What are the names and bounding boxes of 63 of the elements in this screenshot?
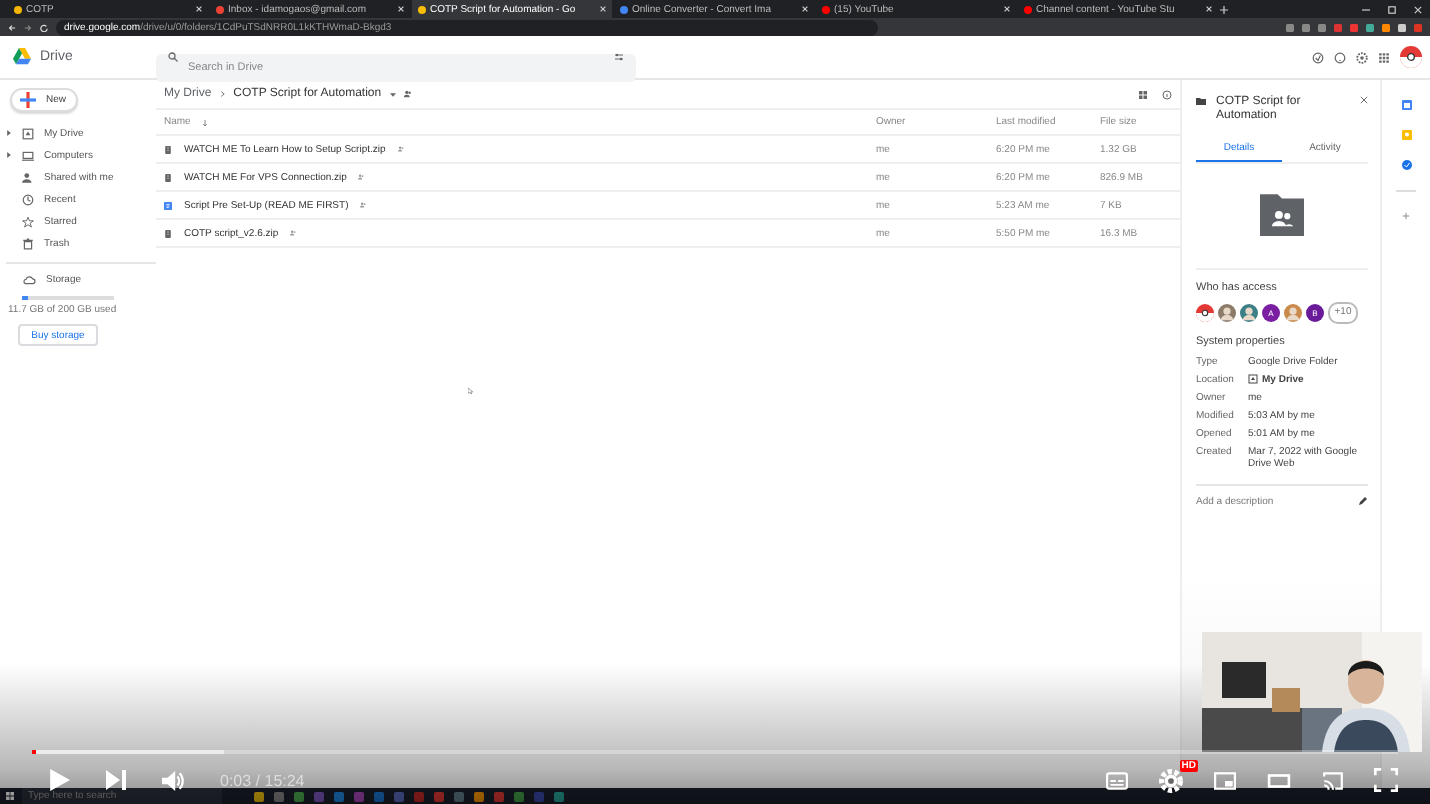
filter-icon[interactable] (614, 52, 624, 62)
dropdown-icon[interactable] (389, 91, 396, 97)
avatar-icon[interactable] (1400, 46, 1422, 68)
video-time: 0:03 / 15:24 (220, 771, 305, 789)
apps-grid-icon[interactable] (1378, 51, 1390, 63)
theater-mode-icon[interactable] (1266, 769, 1292, 791)
calendar-icon[interactable] (1401, 100, 1411, 110)
back-icon[interactable] (8, 23, 16, 31)
expand-icon[interactable] (6, 152, 12, 158)
volume-icon[interactable] (162, 769, 184, 791)
pencil-icon[interactable] (1358, 496, 1368, 507)
shared-folder-icon (1254, 191, 1310, 236)
shared-icon (290, 230, 297, 236)
site-icon (620, 5, 628, 13)
windows-icon[interactable] (6, 792, 14, 800)
avatar-icon[interactable] (1240, 303, 1258, 322)
tasks-icon[interactable] (1401, 160, 1411, 170)
next-icon[interactable] (106, 770, 126, 790)
shared-icon (403, 90, 412, 98)
zip-file-icon (164, 173, 172, 181)
fullscreen-icon[interactable] (1374, 768, 1398, 792)
site-icon (1024, 5, 1032, 13)
miniplayer-icon[interactable] (1212, 769, 1238, 791)
play-icon[interactable] (48, 768, 70, 792)
search-icon (168, 52, 178, 62)
status-icon[interactable] (1312, 51, 1324, 63)
expand-icon[interactable] (6, 130, 12, 136)
reload-icon[interactable] (40, 23, 48, 31)
drive-logo-icon (12, 48, 32, 66)
people-icon (22, 171, 34, 183)
trash-icon (22, 237, 34, 249)
folder-icon (1196, 96, 1206, 106)
mouse-cursor-icon (468, 386, 474, 396)
minimize-icon[interactable] (1362, 5, 1370, 13)
zip-file-icon (164, 229, 172, 237)
shared-icon (397, 146, 404, 152)
add-tab-icon[interactable] (1220, 5, 1228, 13)
subtitles-icon[interactable] (1104, 769, 1130, 791)
maximize-icon[interactable] (1388, 5, 1396, 13)
site-icon (14, 5, 22, 13)
zip-file-icon (164, 145, 172, 153)
grid-view-icon[interactable] (1138, 89, 1148, 99)
cast-icon[interactable] (1320, 769, 1346, 791)
site-icon (822, 5, 830, 13)
shared-icon (360, 202, 367, 208)
sort-arrow-icon[interactable] (202, 119, 209, 125)
site-icon (418, 5, 426, 13)
shared-icon (358, 174, 365, 180)
computer-icon (22, 149, 34, 161)
avatar-icon[interactable] (1196, 303, 1214, 322)
star-icon (22, 215, 34, 227)
close-icon[interactable] (1360, 96, 1368, 104)
plus-icon (20, 92, 36, 108)
help-icon[interactable] (1334, 51, 1346, 63)
forward-icon[interactable] (24, 23, 32, 31)
document-icon (164, 201, 172, 209)
drive-icon (22, 127, 34, 139)
site-icon (216, 5, 224, 13)
cloud-icon (22, 273, 36, 285)
drive-icon (1248, 374, 1258, 385)
clock-icon (22, 193, 34, 205)
info-icon[interactable] (1162, 89, 1172, 99)
chevron-icon (219, 90, 226, 98)
